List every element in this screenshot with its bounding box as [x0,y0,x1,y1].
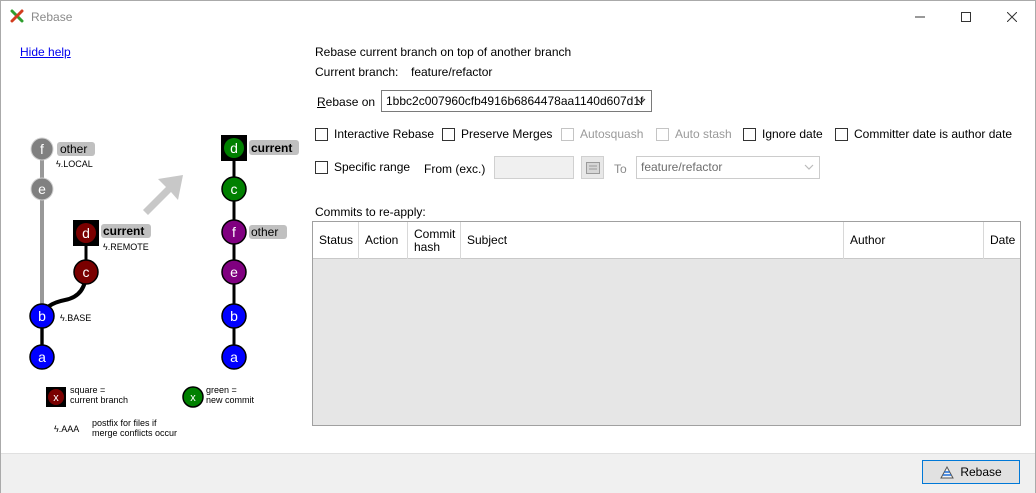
svg-text:a: a [38,349,46,365]
svg-text:d: d [82,225,90,241]
column-subject[interactable]: Subject [461,222,844,259]
window-title: Rebase [31,10,73,24]
rebase-button[interactable]: Rebase [922,460,1020,484]
rebase-on-label: Rebase on [317,95,376,109]
commits-grid[interactable]: Status Action Commit hash Subject Author… [312,221,1021,426]
checkbox-box[interactable] [442,127,455,141]
commits-label: Commits to re-apply: [315,205,426,219]
svg-text:d: d [230,140,238,156]
rebase-on-select[interactable]: 1bbc2c007960cfb4916b6864478aa1140d607d1f [381,90,652,112]
column-commit-hash[interactable]: Commit hash [408,222,461,259]
autosquash-checkbox[interactable]: Autosquash [561,127,643,141]
rebase-help-diagram: f other ϟ.LOCAL e d current ϟ.REMOTE c b… [15,126,305,446]
after-node-c: c [221,176,247,202]
maximize-button[interactable] [943,1,989,32]
to-label: To [614,162,627,176]
before-node-e: e [30,177,54,201]
committer-date-checkbox[interactable]: Committer date is author date [835,127,1012,141]
after-other-label: other [251,225,278,239]
maximize-icon [961,11,971,22]
legend-green: x [182,386,204,408]
svg-text:f: f [40,141,44,157]
interactive-rebase-checkbox[interactable]: Interactive Rebase [315,127,434,141]
checkbox-box[interactable] [743,127,756,141]
footer-bar [1,453,1035,493]
commits-grid-header: Status Action Commit hash Subject Author… [313,222,1020,259]
svg-text:merge conflicts occur: merge conflicts occur [92,428,177,438]
before-node-c: c [73,259,99,285]
rebase-on-value: 1bbc2c007960cfb4916b6864478aa1140d607d1f [386,94,644,108]
after-node-e: e [221,259,247,285]
svg-text:green =: green = [206,385,237,395]
svg-text:e: e [230,264,238,280]
after-node-a: a [221,344,247,370]
svg-text:x: x [53,392,59,404]
svg-text:current branch: current branch [70,395,128,405]
svg-text:new commit: new commit [206,395,255,405]
svg-text:a: a [230,349,238,365]
specific-range-checkbox[interactable]: Specific range [315,160,410,174]
after-current-label: current [251,141,292,155]
rebase-window: Rebase Hide help f other ϟ.LOCAL e d cur… [0,0,1036,493]
commit-picker-icon [585,161,600,174]
checkbox-box[interactable] [561,127,574,141]
column-action[interactable]: Action [359,222,408,259]
form-heading: Rebase current branch on top of another … [315,45,572,59]
close-button[interactable] [989,1,1035,32]
auto-stash-checkbox[interactable]: Auto stash [656,127,732,141]
svg-text:f: f [232,224,236,240]
choose-commit-button[interactable] [581,156,604,179]
local-postfix-label: ϟ.LOCAL [56,159,93,169]
before-other-label: other [60,142,87,156]
chevron-down-icon [804,164,814,170]
after-node-d: d [221,135,247,161]
legend-postfix-sample: ϟ.AAA [54,424,79,434]
preserve-merges-checkbox[interactable]: Preserve Merges [442,127,552,141]
chevron-down-icon [636,98,646,104]
checkbox-box[interactable] [315,127,328,141]
ignore-date-checkbox[interactable]: Ignore date [743,127,823,141]
svg-text:postfix for files if: postfix for files if [92,418,157,428]
to-value: feature/refactor [641,160,723,174]
column-date[interactable]: Date [984,222,1020,259]
svg-text:c: c [231,181,238,197]
before-node-b: b [29,303,55,329]
minimize-button[interactable] [897,1,943,32]
rebase-icon [940,465,955,479]
before-node-d: d [73,220,99,246]
column-status[interactable]: Status [313,222,359,259]
checkbox-box[interactable] [315,160,328,174]
base-postfix-label: ϟ.BASE [60,313,91,323]
svg-text:square =: square = [70,385,105,395]
from-label: From (exc.) [424,162,486,176]
svg-text:b: b [38,308,46,324]
current-branch-value: feature/refactor [411,65,493,79]
git-extensions-icon [10,9,24,23]
current-branch-label: Current branch: [315,65,399,79]
column-author[interactable]: Author [844,222,984,259]
svg-text:x: x [190,392,196,404]
to-select[interactable]: feature/refactor [636,156,820,179]
checkbox-box[interactable] [835,127,848,141]
before-node-f: f [30,137,54,161]
svg-text:c: c [83,264,90,280]
before-node-a: a [29,344,55,370]
remote-postfix-label: ϟ.REMOTE [103,242,149,252]
svg-text:b: b [230,308,238,324]
from-input[interactable] [494,156,574,179]
title-bar: Rebase [1,1,1035,32]
legend-square: x [46,387,66,407]
checkbox-box[interactable] [656,127,669,141]
hide-help-link[interactable]: Hide help [20,45,71,59]
close-icon [1007,11,1017,22]
after-node-f: f [221,219,247,245]
after-node-b: b [221,303,247,329]
svg-text:e: e [38,181,46,197]
minimize-icon [915,16,925,17]
before-current-label: current [103,224,144,238]
